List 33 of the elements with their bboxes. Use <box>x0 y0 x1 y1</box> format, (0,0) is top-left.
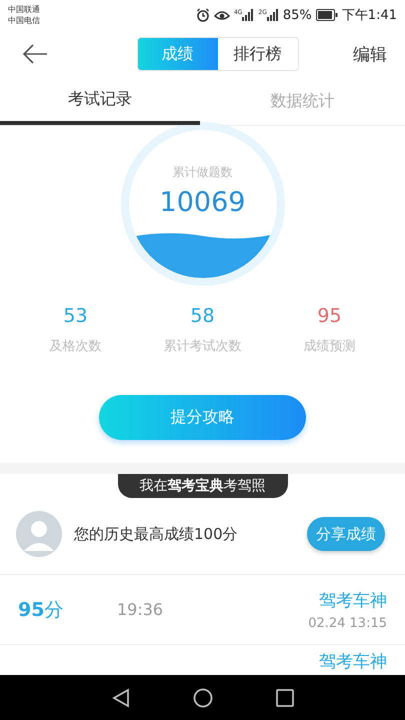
record-duration: 19:36 <box>117 600 164 619</box>
stat-value: 53 <box>63 305 88 327</box>
gauge-value: 10069 <box>160 187 246 218</box>
carrier-name: 中国联通 <box>8 4 40 15</box>
record-date: 02.24 13:15 <box>308 616 387 630</box>
tips-button[interactable]: 提分攻略 <box>99 395 306 440</box>
stat-value: 95 <box>317 305 342 327</box>
avatar <box>16 511 62 557</box>
clock: 下午1:41 <box>342 7 397 24</box>
stat-label: 及格次数 <box>50 338 102 355</box>
stat-value: 58 <box>190 305 215 327</box>
tab[interactable]: 数据统计 <box>200 78 405 125</box>
gauge-label: 累计做题数 <box>172 164 232 181</box>
record-title: 驾考车神 <box>319 590 387 612</box>
edit-button[interactable]: 编辑 <box>353 42 387 66</box>
recents-nav-icon[interactable] <box>276 688 294 706</box>
battery-icon <box>316 9 338 21</box>
share-button[interactable]: 分享成绩 <box>307 517 385 551</box>
best-score-text: 您的历史最高成绩100分 <box>74 524 239 544</box>
signal-icon <box>266 9 279 21</box>
signal-icon <box>242 9 254 21</box>
alarm-icon <box>196 8 210 22</box>
record-score: 95分 <box>18 598 64 622</box>
promo-banner: 我在驾考宝典考驾照 <box>118 474 288 498</box>
segment-tab[interactable]: 成绩 <box>138 38 218 70</box>
battery-percent: 85% <box>282 8 312 22</box>
back-nav-icon[interactable] <box>112 688 130 708</box>
stat-label: 成绩预测 <box>304 338 356 355</box>
stat-label: 累计考试次数 <box>164 338 242 355</box>
record-title: 驾考车神 <box>319 651 387 673</box>
back-arrow-icon[interactable] <box>22 44 48 64</box>
home-nav-icon[interactable] <box>192 688 212 708</box>
carrier-name: 中国电信 <box>8 15 40 26</box>
